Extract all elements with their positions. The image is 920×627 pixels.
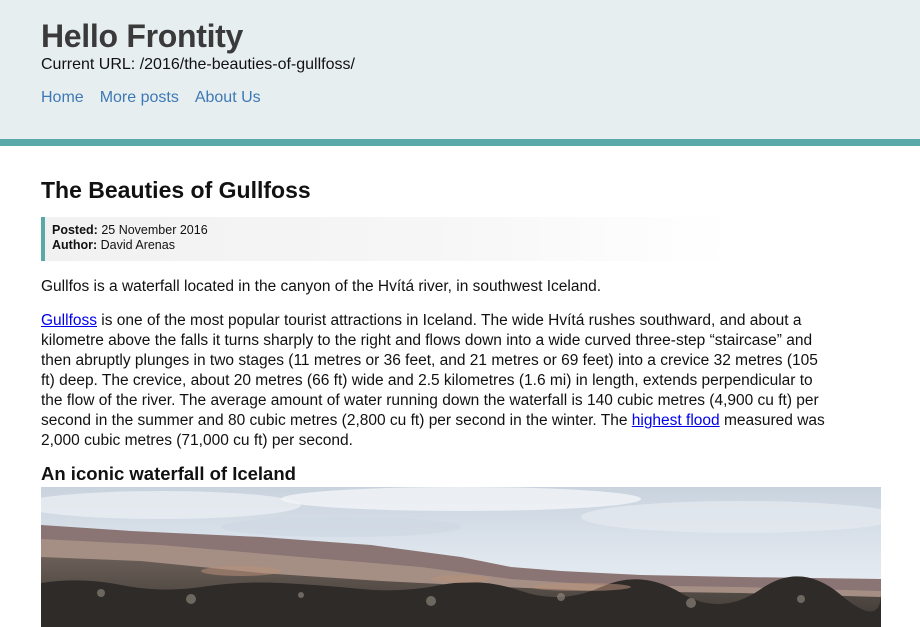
section-heading: An iconic waterfall of Iceland [41,463,296,484]
post-title: The Beauties of Gullfoss [41,177,311,203]
current-url-label: Current URL: [41,56,136,73]
current-url: Current URL: /2016/the-beauties-of-gullf… [41,56,355,74]
author-label: Author: [52,238,98,252]
body-paragraph: Gullfoss is one of the most popular tour… [41,311,831,451]
landscape-photo-illustration [41,487,881,627]
gullfoss-link[interactable]: Gullfoss [41,312,97,329]
main-nav: Home More posts About Us [41,89,261,107]
landscape-photo [41,487,881,627]
author-row: Author: David Arenas [52,238,731,253]
nav-more-posts-link[interactable]: More posts [100,89,179,107]
highest-flood-link[interactable]: highest flood [632,412,720,429]
posted-date: 25 November 2016 [101,223,208,237]
site-header: Hello Frontity Current URL: /2016/the-be… [0,0,920,146]
intro-paragraph: Gullfos is a waterfall located in the ca… [41,278,602,295]
post-content: The Beauties of Gullfoss Posted: 25 Nove… [0,146,920,627]
nav-about-us-link[interactable]: About Us [195,89,261,107]
site-title: Hello Frontity [41,18,244,54]
posted-row: Posted: 25 November 2016 [52,223,731,238]
current-url-value: /2016/the-beauties-of-gullfoss/ [139,56,355,73]
author-name: David Arenas [100,238,175,252]
post-meta: Posted: 25 November 2016 Author: David A… [41,217,731,261]
nav-home-link[interactable]: Home [41,89,84,107]
posted-label: Posted: [52,223,98,237]
